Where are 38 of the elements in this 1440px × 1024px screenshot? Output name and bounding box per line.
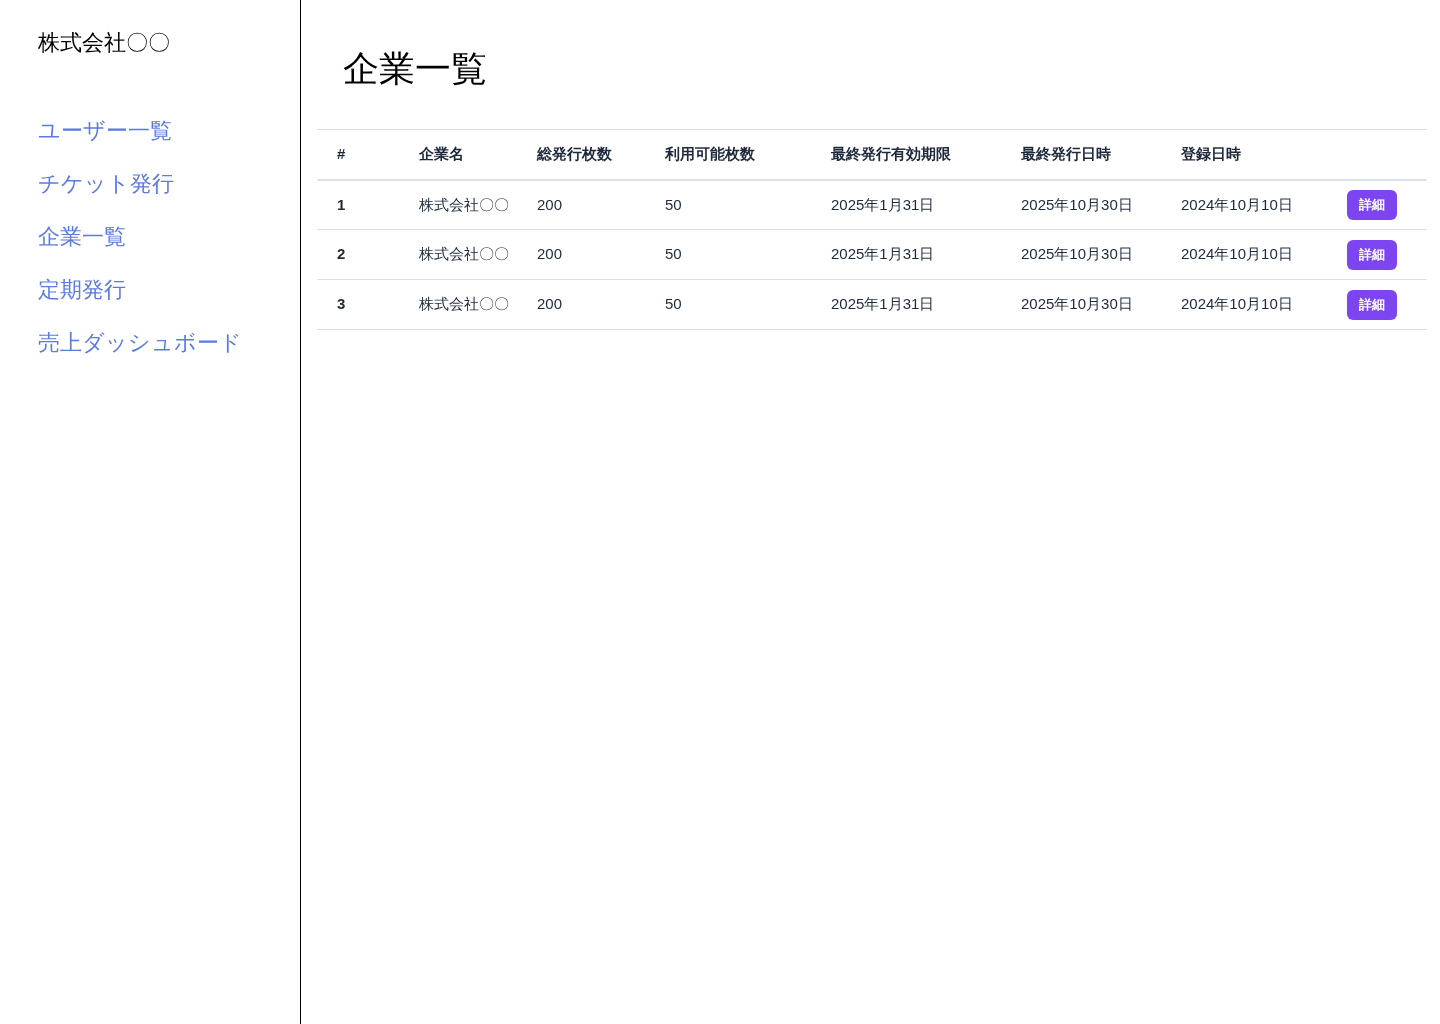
table-cell: 株式会社〇〇	[419, 245, 509, 263]
sidebar-link[interactable]: 定期発行	[38, 274, 126, 305]
column-header: 利用可能枚数	[665, 145, 755, 162]
sidebar-link[interactable]: チケット発行	[38, 168, 174, 199]
table-cell: 200	[537, 245, 563, 263]
table-cell: 2024年10月10日	[1181, 295, 1293, 313]
column-header: 企業名	[419, 145, 464, 162]
table-cell: 3	[337, 295, 346, 313]
table-cell: 200	[537, 295, 563, 313]
column-header: 最終発行有効期限	[831, 145, 951, 162]
page-title: 企業一覧	[342, 47, 488, 91]
table-cell: 2025年10月30日	[1021, 195, 1133, 213]
column-header: 登録日時	[1181, 145, 1241, 162]
sidebar-link[interactable]: ユーザー一覧	[38, 115, 172, 146]
table-cell: 50	[665, 195, 682, 213]
table-cell: 2024年10月10日	[1181, 195, 1293, 213]
column-header: #	[337, 145, 346, 162]
table-cell: 1	[337, 195, 346, 213]
table-cell: 2025年1月31日	[831, 195, 935, 213]
table-cell: 2025年1月31日	[831, 295, 935, 313]
table-cell: 2024年10月10日	[1181, 245, 1293, 263]
table-cell: 株式会社〇〇	[419, 295, 509, 313]
table-cell: 2025年1月31日	[831, 245, 935, 263]
column-header: 総発行枚数	[537, 145, 612, 162]
company-name: 株式会社〇〇	[38, 29, 171, 57]
table-cell: 50	[665, 245, 682, 263]
sidebar-link[interactable]: 売上ダッシュボード	[38, 327, 242, 358]
table-cell: 50	[665, 295, 682, 313]
table-cell: 2025年10月30日	[1021, 245, 1133, 263]
table-cell: 2	[337, 245, 346, 263]
detail-button[interactable]: 詳細	[1347, 239, 1397, 270]
table-cell: 株式会社〇〇	[419, 195, 509, 213]
column-header: 最終発行日時	[1021, 145, 1111, 162]
detail-button[interactable]: 詳細	[1347, 189, 1397, 220]
sidebar-link[interactable]: 企業一覧	[38, 221, 126, 252]
table-cell: 2025年10月30日	[1021, 295, 1133, 313]
table-cell: 200	[537, 195, 563, 213]
detail-button[interactable]: 詳細	[1347, 289, 1397, 320]
